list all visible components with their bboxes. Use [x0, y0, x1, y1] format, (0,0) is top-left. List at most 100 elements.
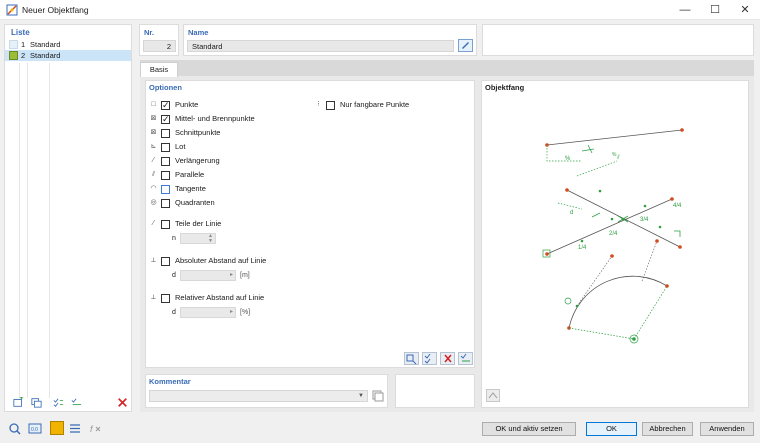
comment-dropdown[interactable]: ▼ — [149, 390, 368, 402]
option-punkte[interactable]: □ Punkte — [149, 100, 309, 111]
checkbox-parallele[interactable] — [161, 171, 170, 180]
option-label: Parallele — [175, 170, 205, 179]
checkbox-schnittpunkte[interactable] — [161, 129, 170, 138]
spin-arrow-icon[interactable]: ▸ — [230, 271, 233, 280]
function-icon[interactable]: f — [88, 422, 102, 435]
spin-arrows-icon[interactable]: ▲ ▼ — [208, 234, 213, 244]
rel-unit: [%] — [240, 309, 251, 316]
option-verlaengerung[interactable]: ⁄ Verlängerung — [149, 156, 309, 167]
svg-text:d: d — [570, 210, 573, 216]
list-item-number: 2 — [21, 51, 26, 60]
quadrant-icon: ◎ — [150, 199, 157, 206]
n-spinner[interactable]: ▲ ▼ — [180, 233, 216, 244]
apply-button[interactable]: Anwenden — [700, 422, 754, 436]
title-bar: Neuer Objektfang — ☐ ✕ — [0, 0, 760, 20]
option-label: Punkte — [175, 100, 199, 109]
svg-text:⫽: ⫽ — [616, 154, 620, 161]
clear-options-icon[interactable] — [440, 352, 455, 365]
divide-line-icon: ⁄ — [152, 220, 155, 227]
option-label: Absoluter Abstand auf Linie — [175, 256, 267, 265]
list-options-icon[interactable] — [68, 422, 82, 435]
checkbox-absolut[interactable] — [161, 257, 170, 266]
checkbox-nur-fangbare[interactable] — [326, 101, 335, 110]
import-icon[interactable] — [404, 352, 419, 365]
invert-options-icon[interactable] — [458, 352, 473, 365]
nr-panel: Nr. 2 — [139, 24, 179, 56]
ok-set-active-button[interactable]: OK und aktiv setzen — [482, 422, 576, 436]
uncheck-all-icon[interactable] — [69, 396, 84, 409]
list-header: Liste — [11, 28, 30, 37]
list-panel: Liste 1 Standard 2 Standard — [4, 24, 132, 412]
name-field[interactable]: Standard — [187, 40, 454, 52]
option-relativ[interactable]: ⟂ Relativer Abstand auf Linie — [149, 293, 329, 304]
nr-field: 2 — [143, 40, 176, 52]
list-item-number: 1 — [21, 40, 26, 49]
nr-label: Nr. — [144, 28, 155, 37]
option-label: Tangente — [175, 184, 206, 193]
option-mittelpunkte[interactable]: ⊠ Mittel- und Brennpunkte — [149, 114, 309, 125]
color-swatch — [9, 51, 18, 60]
list-item[interactable]: 1 Standard — [5, 39, 131, 50]
tangent-icon: ◠ — [150, 185, 157, 192]
app-icon — [6, 4, 18, 16]
option-label: Teile der Linie — [175, 219, 222, 228]
midpoint-icon: ⊠ — [150, 115, 157, 122]
options-header: Optionen — [149, 83, 182, 92]
abs-d-spinner[interactable]: ▸ — [180, 270, 236, 281]
minimize-button[interactable]: — — [670, 0, 700, 20]
list-item-selected[interactable]: 2 Standard — [5, 50, 131, 61]
preview-settings-icon[interactable] — [486, 389, 500, 402]
option-label: Mittel- und Brennpunkte — [175, 114, 255, 123]
delete-icon[interactable] — [115, 396, 130, 409]
close-button[interactable]: ✕ — [730, 0, 760, 20]
checkbox-quadranten[interactable] — [161, 199, 170, 208]
checkbox-verlaengerung[interactable] — [161, 157, 170, 166]
checkbox-tangente[interactable] — [161, 185, 170, 194]
check-all-icon[interactable] — [51, 396, 66, 409]
checkbox-relativ[interactable] — [161, 294, 170, 303]
maximize-button[interactable]: ☐ — [700, 0, 730, 20]
cancel-button[interactable]: Abbrechen — [642, 422, 693, 436]
checkbox-teile[interactable] — [161, 220, 170, 229]
tab-strip — [140, 60, 754, 76]
copy-item-icon[interactable] — [29, 396, 44, 409]
svg-text:0.0: 0.0 — [31, 427, 38, 433]
option-schnittpunkte[interactable]: ⊠ Schnittpunkte — [149, 128, 309, 139]
ok-button[interactable]: OK — [586, 422, 637, 436]
search-icon[interactable] — [8, 422, 22, 435]
check-all-options-icon[interactable] — [422, 352, 437, 365]
point-icon: □ — [151, 101, 156, 108]
option-absolut[interactable]: ⟂ Absoluter Abstand auf Linie — [149, 256, 329, 267]
option-lot[interactable]: ⊾ Lot — [149, 142, 309, 153]
options-panel: Optionen □ Punkte ⊠ Mittel- und Brennpun… — [145, 80, 475, 368]
edit-name-icon[interactable] — [458, 39, 473, 52]
checkbox-mittelpunkte[interactable] — [161, 114, 170, 124]
snap-preview-diagram: % % ⫽ 3/4 4/4 2/4 1/4 d — [542, 128, 684, 344]
comment-copy-icon[interactable] — [371, 390, 384, 402]
option-label: Quadranten — [175, 198, 215, 207]
option-label: Schnittpunkte — [175, 128, 221, 137]
name-panel: Name Standard — [183, 24, 477, 56]
list-item-label: Standard — [30, 51, 61, 60]
tab-basis[interactable]: Basis — [140, 62, 178, 77]
description-panel — [482, 24, 754, 56]
rel-d-label: d — [172, 309, 176, 316]
svg-text:2/4: 2/4 — [609, 231, 618, 237]
parallel-icon: ⫽ — [151, 171, 156, 178]
color-icon[interactable] — [50, 421, 64, 435]
preview-panel: Objektfang % % ⫽ 3/4 4/4 2/4 1/4 d — [481, 80, 749, 408]
units-icon[interactable]: 0.0 — [28, 422, 42, 435]
checkbox-lot[interactable] — [161, 143, 170, 152]
option-nur-fangbare[interactable]: ⁝ Nur fangbare Punkte — [314, 100, 464, 111]
option-teile[interactable]: ⁄ Teile der Linie — [149, 219, 309, 230]
abs-d-label: d — [172, 272, 176, 279]
option-quadranten[interactable]: ◎ Quadranten — [149, 198, 309, 209]
option-tangente[interactable]: ◠ Tangente — [149, 184, 309, 195]
new-item-icon[interactable] — [11, 396, 26, 409]
extension-icon: ⁄ — [152, 157, 155, 164]
checkbox-punkte[interactable] — [161, 100, 170, 110]
grid-points-icon: ⁝ — [317, 101, 320, 108]
rel-d-spinner[interactable]: ▸ — [180, 307, 236, 318]
option-parallele[interactable]: ⫽ Parallele — [149, 170, 309, 181]
spin-arrow-icon[interactable]: ▸ — [230, 308, 233, 317]
